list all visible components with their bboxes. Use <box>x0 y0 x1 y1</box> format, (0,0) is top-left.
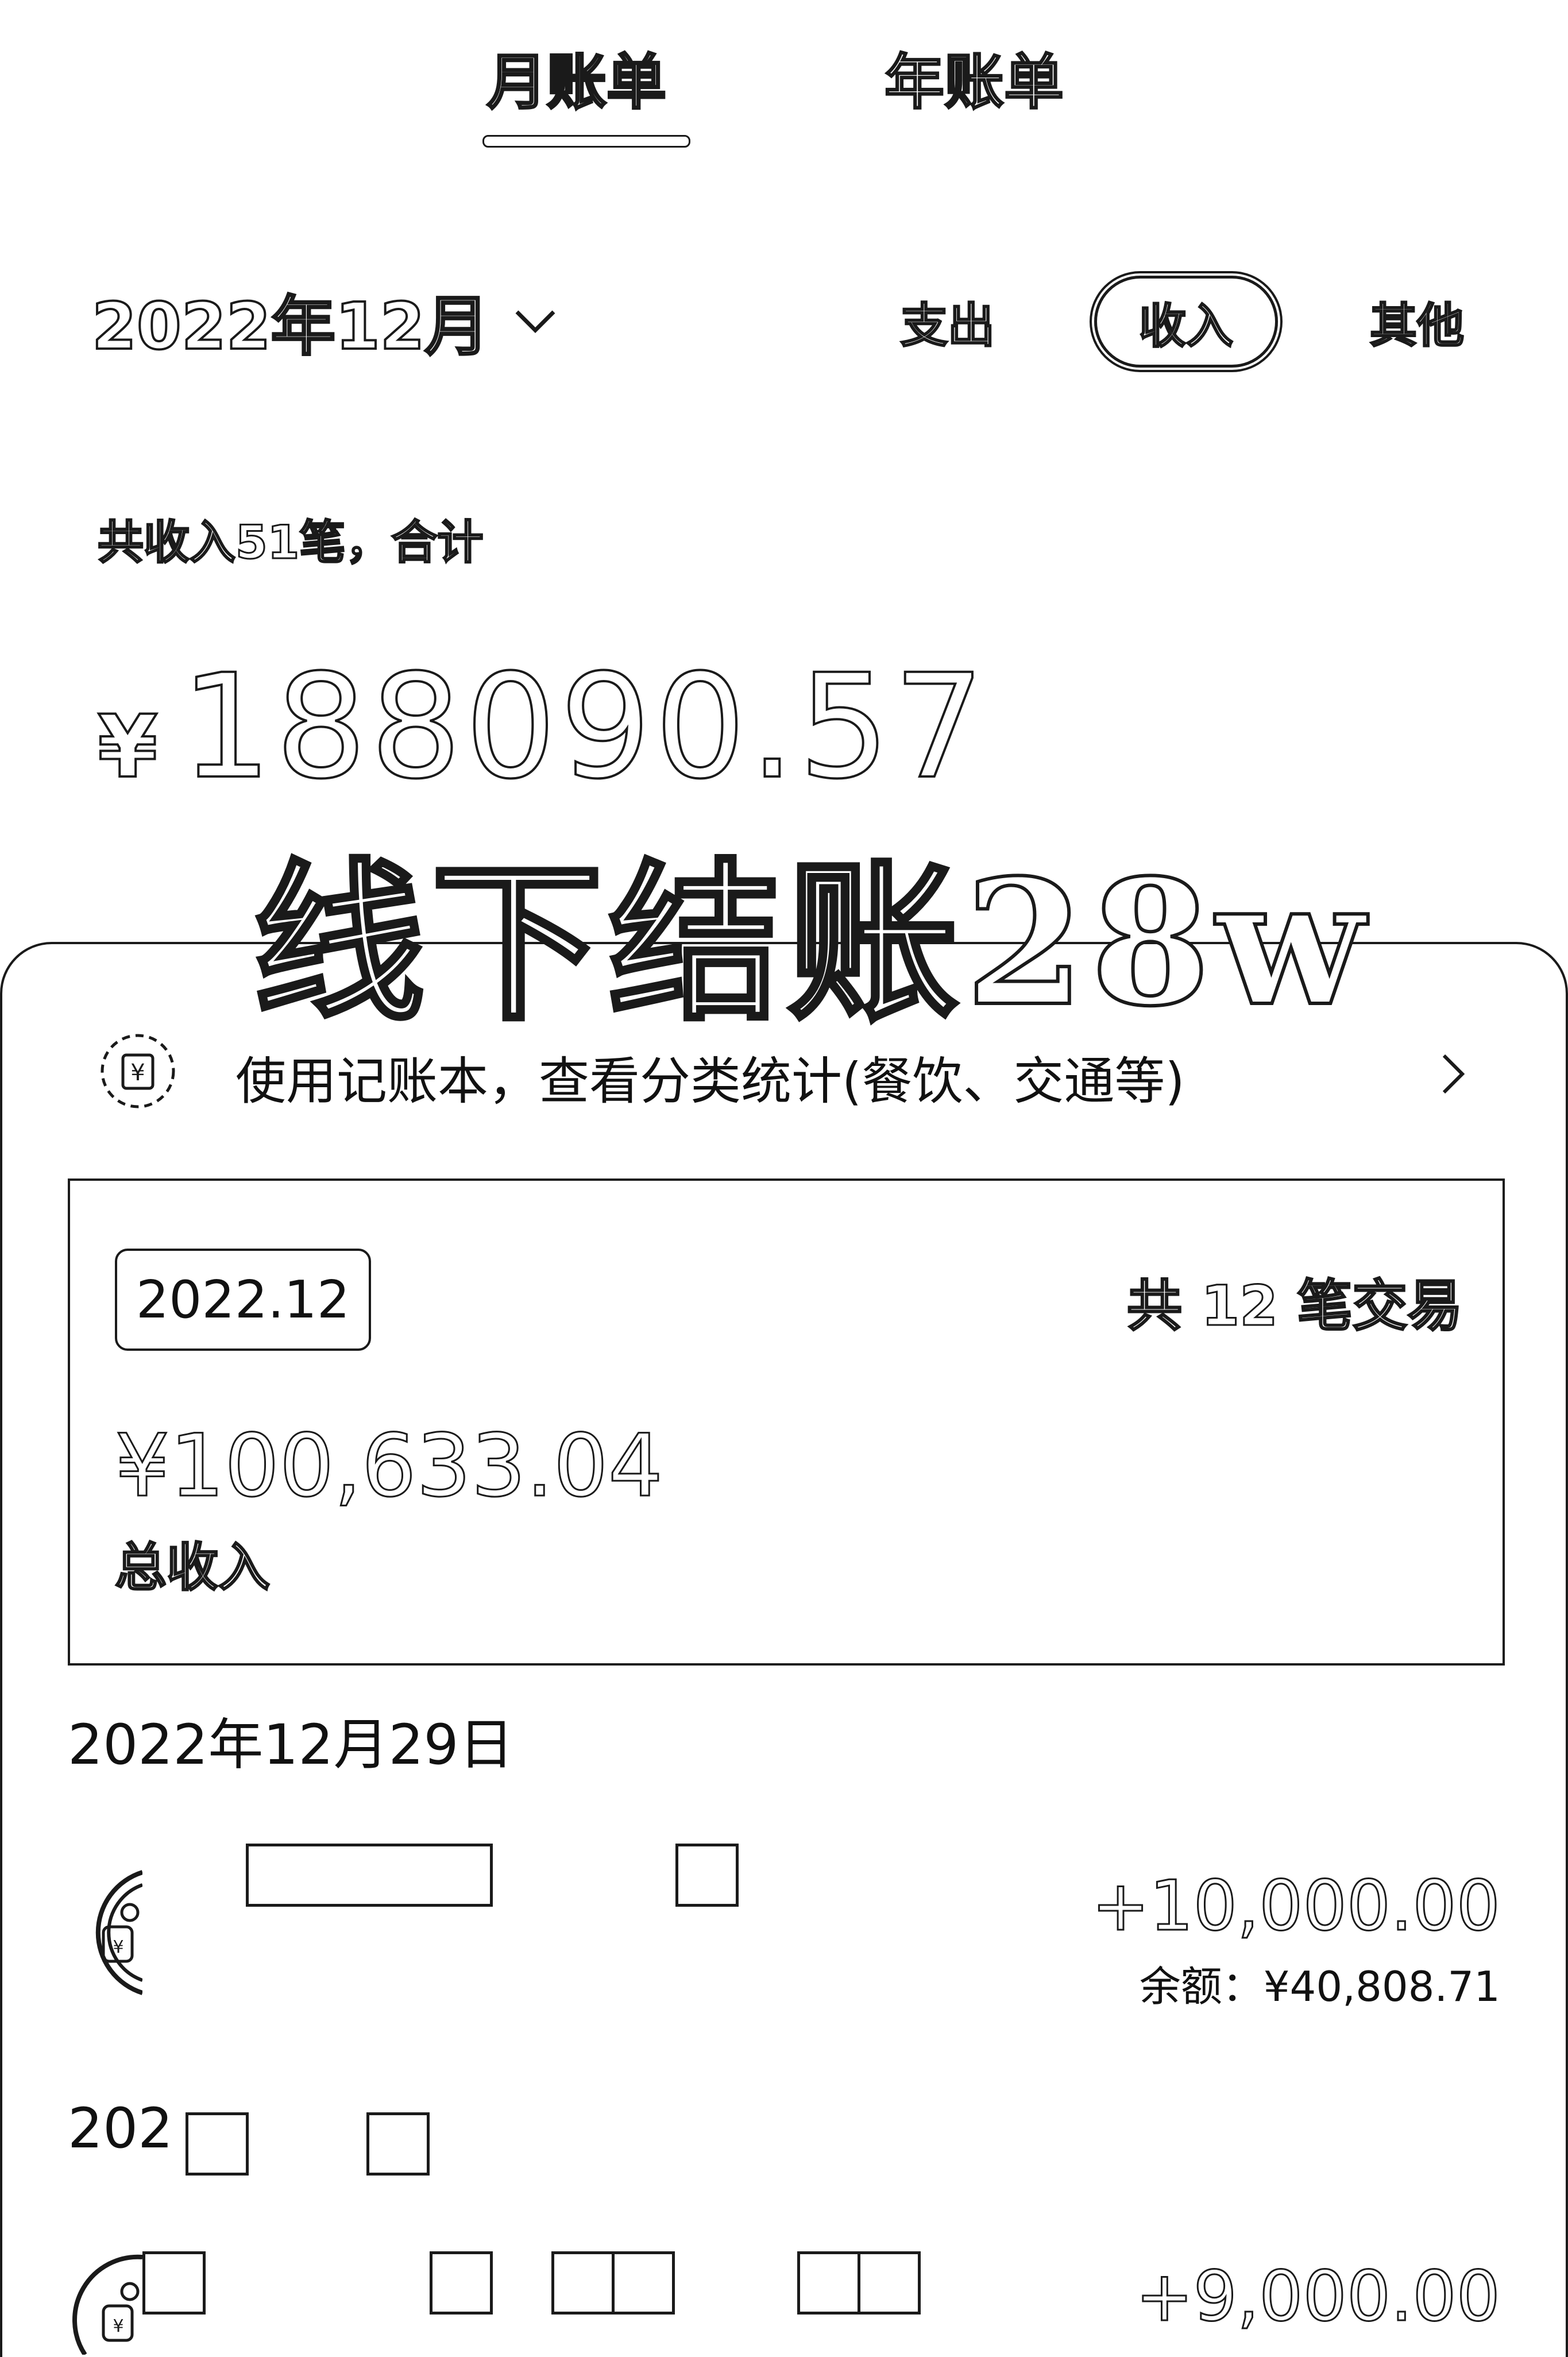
redacted-square <box>675 1844 739 1907</box>
date-header: 2022年12月29日 <box>68 1713 514 1777</box>
currency-symbol: ¥ <box>96 696 159 798</box>
date-header-text: 202 <box>68 2096 173 2161</box>
chevron-right-icon <box>1442 1054 1465 1094</box>
month-summary-card: 2022.12 共 12 笔交易 ¥100,633.04 总收入 <box>68 1178 1505 1666</box>
redacted-square <box>430 2251 493 2315</box>
transaction-count: 共 12 笔交易 <box>1126 1273 1463 1339</box>
period-label: 2022.12 <box>136 1269 350 1330</box>
transaction-row[interactable]: ¥ +9,000.00 <box>68 2228 1501 2355</box>
transaction-balance: 余额：¥40,808.71 <box>1139 1962 1500 2011</box>
redacted-square <box>612 2251 675 2315</box>
segment-other[interactable]: 其他 <box>1369 287 1465 356</box>
card-amount: ¥100,633.04 <box>114 1416 663 1517</box>
redacted-square <box>797 2251 860 2315</box>
redacted-square <box>366 2112 430 2176</box>
summary-total: ¥ 188090.57 <box>96 642 988 812</box>
segment-expense[interactable]: 支出 <box>899 287 995 356</box>
bookkeeping-banner[interactable]: ¥ 使用记账本，查看分类统计(餐饮、交通等) <box>98 1028 1488 1114</box>
date-header-partial: 202 <box>68 2096 585 2177</box>
svg-text:¥: ¥ <box>113 2316 123 2336</box>
ledger-icon: ¥ <box>101 1034 175 1108</box>
month-label: 2022年12月 <box>91 288 491 365</box>
redacted-square <box>142 2251 206 2315</box>
segment-income-label: 收入 <box>1138 298 1234 354</box>
transaction-amount: +10,000.00 <box>1091 1866 1501 1948</box>
summary-amount: 188090.57 <box>179 642 988 812</box>
svg-text:¥: ¥ <box>130 1060 145 1086</box>
redacted-square <box>186 2112 249 2176</box>
tab-yearly[interactable]: 年账单 <box>883 33 1064 120</box>
period-badge: 2022.12 <box>115 1249 371 1351</box>
segment-income[interactable]: 收入 <box>1094 276 1278 368</box>
transaction-amount: +9,000.00 <box>1135 2256 1501 2338</box>
month-selector[interactable]: 2022年12月 <box>91 275 558 368</box>
merchant-avatar-icon: ¥ <box>72 2254 142 2355</box>
redacted-square <box>858 2251 921 2315</box>
banner-text: 使用记账本，查看分类统计(餐饮、交通等) <box>235 1052 1185 1111</box>
merchant-avatar-icon: ¥ <box>95 1870 142 1995</box>
redacted-name-block <box>246 1844 493 1907</box>
svg-text:¥: ¥ <box>113 1937 123 1957</box>
tab-monthly[interactable]: 月账单 <box>486 33 667 120</box>
transaction-row[interactable]: ¥ +10,000.00 余额：¥40,808.71 <box>68 1821 1501 2027</box>
card-amount-label: 总收入 <box>114 1537 271 1599</box>
summary-caption: 共收入51笔，合计 <box>96 515 484 570</box>
redacted-square <box>551 2251 615 2315</box>
watermark-text: 线下结账28w <box>251 840 1370 1046</box>
tab-active-indicator <box>482 135 690 148</box>
chevron-down-icon <box>515 310 555 333</box>
